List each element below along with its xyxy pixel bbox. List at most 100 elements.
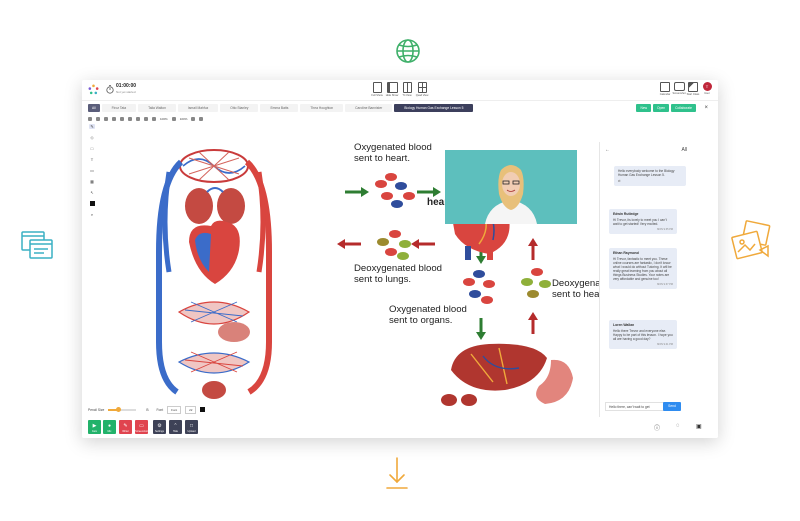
tab-all[interactable]: All [88, 104, 100, 112]
pen-size-handle[interactable] [115, 407, 121, 412]
liver-organ [451, 343, 547, 391]
upload-icon: □ [189, 423, 194, 429]
start-class-label: Start Class [686, 93, 700, 96]
tab-student[interactable]: Firoz Tata [101, 104, 137, 112]
message-text: Hi Trevor, its lovely to meet you I can'… [613, 217, 667, 226]
folder-icon[interactable] [112, 116, 116, 121]
mic-label: Mic [107, 430, 112, 433]
tab-student[interactable]: Otto Stanley [220, 104, 259, 112]
upload-button[interactable]: □ Upload [185, 420, 198, 434]
camera-button[interactable]: ▶ Cam [88, 420, 101, 434]
top-bar: 01:00:00 Not yet started Full Show Hide … [82, 80, 718, 101]
back-arrow-icon[interactable]: ← [605, 147, 610, 153]
user-label: User [704, 92, 710, 95]
quad-view-button[interactable]: Quad View [416, 82, 428, 97]
redo-icon[interactable] [144, 116, 148, 121]
refresh-icon[interactable] [199, 116, 204, 121]
chat-bubble-icon[interactable]: ◌ [676, 423, 680, 429]
settings-icon[interactable] [96, 116, 100, 121]
mic-button[interactable]: ● Mic [103, 420, 116, 434]
avatar: T [702, 82, 712, 91]
screenshot-button[interactable]: Screenshot [672, 82, 686, 95]
blood-cell-cluster [375, 173, 415, 208]
full-show-label: Full Show [371, 94, 383, 97]
label-oxygenated-heart: Oxygenated blood sent to heart. [354, 142, 432, 164]
message-author: Ethan Raymond [613, 251, 639, 255]
pointer-tool-icon[interactable]: ↖ [89, 190, 95, 195]
grid-icon[interactable] [88, 116, 92, 121]
gear-icon: ⚙ [157, 423, 162, 429]
text-tool-icon[interactable]: T [89, 157, 95, 162]
undo-icon[interactable] [136, 116, 140, 121]
help-icon[interactable]: ⓘ [654, 423, 660, 432]
whiteboard-toolbar: 100% 100% [88, 115, 204, 122]
zoom-tool-icon[interactable]: ⌕ [89, 212, 95, 217]
tri-view-label: Tri View [402, 94, 412, 97]
fit-icon[interactable] [191, 116, 196, 121]
kidney-pair [441, 394, 477, 406]
pen-tool-icon[interactable]: ✎ [89, 124, 95, 129]
new-button[interactable]: New [636, 104, 652, 112]
drawing-tools: ✎ ◇ □ T ▭ ▦ ↖ ⌕ [88, 124, 96, 217]
message-text: Hi Trevor, fantastic to meet you. These … [613, 256, 672, 281]
hide-show-icon [386, 82, 398, 93]
start-class-button[interactable]: Start Class [686, 82, 700, 96]
blood-cell-cluster [463, 270, 495, 304]
color-swatch[interactable] [89, 201, 95, 206]
copy-icon[interactable] [128, 116, 132, 121]
tab-student[interactable]: Talia Walton [138, 104, 176, 112]
user-menu[interactable]: T User [702, 82, 712, 95]
session-tabs: All Firoz Tata Talia Walton Ismail Mahfu… [88, 104, 474, 112]
eraser-tool-icon[interactable]: ◇ [89, 135, 95, 140]
shape-tool-icon[interactable]: □ [89, 146, 95, 151]
chat-filter[interactable]: All [681, 147, 687, 153]
zoom-in-icon[interactable] [171, 116, 176, 121]
zoom-out-icon[interactable] [152, 116, 156, 121]
hide-show-button[interactable]: Hide Show [386, 82, 398, 97]
pen-size-label: Pencil Size [88, 407, 105, 412]
header-actions: Calendar Screenshot Start Class T User [660, 82, 712, 96]
select-tool-icon[interactable]: ▭ [89, 168, 95, 173]
teacher-webcam [445, 150, 577, 224]
tab-student[interactable]: Ismail Mahfuz [177, 104, 219, 112]
globe-icon [396, 39, 420, 63]
screen-share-button[interactable]: ▭ Screenshot [135, 420, 148, 434]
close-icon[interactable]: × [704, 104, 708, 112]
save-icon[interactable] [120, 116, 124, 121]
teacher-video-frame [445, 150, 577, 224]
tab-student[interactable]: Caroline Bannister [345, 104, 393, 112]
play-icon [688, 82, 698, 92]
chat-panel: ← All Hello everybody welcome to the Bio… [599, 142, 695, 417]
font-size-select[interactable]: 22 [185, 405, 197, 414]
full-show-button[interactable]: Full Show [371, 82, 383, 97]
collaborate-button[interactable]: Collaborate [671, 104, 696, 112]
font-select[interactable]: Font [167, 405, 182, 414]
app-logo-icon [88, 84, 99, 95]
image-tool-icon[interactable]: ▦ [89, 179, 95, 184]
settings-button[interactable]: ⚙ Settings [153, 420, 166, 434]
message-time: MON 9:35 PM [657, 227, 673, 231]
writer-label: Writer [122, 430, 129, 433]
camera-icon [673, 82, 685, 91]
classroom-window: 01:00:00 Not yet started Full Show Hide … [82, 80, 718, 438]
tab-student[interactable]: Emma Batts [260, 104, 299, 112]
calendar-button[interactable]: Calendar [660, 82, 670, 96]
screen-icon: ▭ [139, 423, 144, 429]
send-button[interactable]: Send [663, 402, 681, 411]
browser-windows-icon [21, 231, 53, 259]
blood-cell-cluster [377, 230, 411, 260]
pen-size-slider[interactable] [108, 407, 137, 412]
add-page-icon[interactable] [104, 116, 108, 121]
open-button[interactable]: Open [653, 104, 670, 112]
tab-student[interactable]: Thea Houghton [300, 104, 344, 112]
microphone-icon: ● [107, 423, 112, 429]
people-icon[interactable]: ▣ [696, 423, 702, 430]
bold-icon[interactable]: B [146, 408, 148, 412]
session-status: Not yet started [116, 90, 136, 94]
writer-button[interactable]: ✎ Writer [119, 420, 132, 434]
hide-button[interactable]: ⌃ Hide [169, 420, 182, 434]
text-color-swatch[interactable] [200, 407, 206, 412]
tab-lesson-active[interactable]: Biology Human Gas Exchange Lesson 5 [394, 104, 474, 112]
tri-view-button[interactable]: Tri View [402, 82, 412, 97]
full-show-icon [372, 82, 382, 93]
